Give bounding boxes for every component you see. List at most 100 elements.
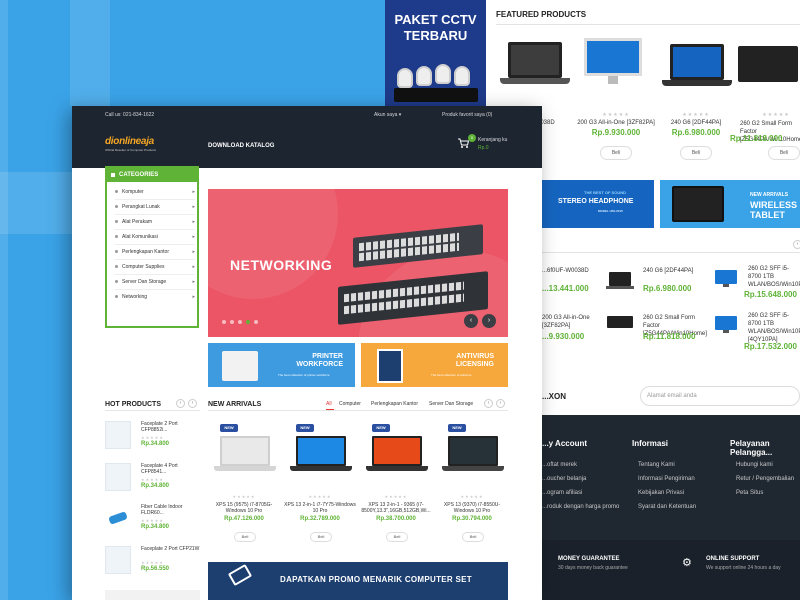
download-catalog-link[interactable]: DOWNLOAD KATALOG	[208, 143, 274, 149]
buy-button[interactable]: Beli	[768, 146, 800, 160]
buy-button[interactable]: Beli	[680, 146, 712, 160]
banner-title-line2: WORKFORCE	[296, 361, 343, 368]
hot-product-item[interactable]: Faceplate 2 Port CFP21W ★★★★★ Rp.56.550	[105, 546, 200, 590]
product-price: Rp.56.550	[141, 566, 170, 572]
category-label: Komputer	[122, 189, 144, 195]
phone-contact: Call us: 021-834-1622	[105, 112, 155, 118]
arrow-right-icon[interactable]: ›	[188, 399, 197, 408]
category-item[interactable]: Alat Perakam ▸	[115, 215, 195, 229]
product-image-aio[interactable]	[578, 38, 648, 88]
rating-stars: ★★★★★	[141, 518, 164, 523]
arrow-right-icon[interactable]: ›	[496, 399, 505, 408]
tab-computer[interactable]: Computer	[339, 401, 361, 407]
product-name[interactable]: 240 G6 [2DF44PA]	[651, 120, 741, 126]
category-label: Perangkat Lunak	[122, 204, 160, 210]
footer-link[interactable]: ...oucher belanja	[542, 476, 586, 482]
hot-product-item[interactable]: Faceplate 2 Port CFP8852i... ★★★★★ Rp.34…	[105, 421, 200, 465]
list-item-name[interactable]: 240 G6 [2DF44PA]	[643, 267, 713, 275]
new-badge: NEW	[220, 424, 238, 432]
footer-link[interactable]: Tentang Kami	[638, 462, 675, 468]
camera-icon	[454, 66, 470, 86]
tab-server[interactable]: Server Dan Storage	[429, 401, 473, 407]
printer-banner[interactable]: PRINTER WORKFORCE The best collection of…	[208, 343, 355, 387]
footer-link[interactable]: ...roduk dengan harga promo	[542, 504, 619, 510]
category-item[interactable]: Perangkat Lunak ▸	[115, 200, 195, 214]
footer-link[interactable]: ...oftat merek	[542, 462, 577, 468]
slider-dot[interactable]	[222, 320, 226, 324]
tablet-promo-banner[interactable]: NEW ARRIVALS WIRELESS TABLET	[660, 180, 800, 228]
footer-link[interactable]: Kebijakan Privasi	[638, 490, 684, 496]
hot-product-item[interactable]: Fiber Cable Indoor FLDR60... ★★★★★ Rp.34…	[105, 504, 200, 548]
arrow-left-icon[interactable]: ‹	[464, 314, 478, 328]
product-name: XPS 13 (9370) i7-8550U-Windows 10 Pro	[443, 502, 501, 514]
chevron-right-icon: ▸	[192, 264, 195, 270]
hero-slider[interactable]: NETWORKING	[208, 189, 508, 337]
wishlist-link[interactable]: Produk favorit saya (0)	[442, 112, 492, 118]
arrow-left-icon[interactable]: ‹	[484, 399, 493, 408]
rating-stars: ★★★★★	[141, 477, 164, 482]
product-image-laptop	[364, 432, 430, 480]
footer-service-title: Pelayanan Pelangga...	[730, 439, 773, 457]
product-image-monitor	[712, 270, 740, 288]
site-logo[interactable]: dionlineaja	[105, 136, 154, 147]
list-item-name[interactable]: 260 G2 SFF i5-8700 1TB WLAN/BOS/Win10Pro…	[748, 312, 800, 344]
product-image-tower[interactable]	[730, 44, 800, 94]
product-price: Rp.6.980.000	[671, 128, 721, 137]
cart-count-badge: 0	[468, 134, 476, 142]
money-guarantee-title: MONEY GUARANTEE	[558, 556, 620, 562]
category-item[interactable]: Server Dan Storage ▸	[115, 275, 195, 289]
slider-dot[interactable]	[230, 320, 234, 324]
tab-office[interactable]: Perlengkapan Kantor	[371, 401, 418, 407]
computer-set-promo-banner[interactable]: DAPATKAN PROMO MENARIK COMPUTER SET	[208, 562, 508, 600]
category-item[interactable]: Perlengkapan Kantor ▸	[115, 245, 195, 259]
list-item-price: ...13.441.000	[542, 284, 589, 293]
list-item-name[interactable]: 200 G3 All-in-One [3ZF82PA]	[542, 314, 612, 330]
footer-link[interactable]: Informasi Pengiriman	[638, 476, 695, 482]
product-name: Faceplate 2 Port CFP8852i...	[141, 421, 178, 433]
online-support-title: ONLINE SUPPORT	[706, 556, 760, 562]
hot-product-item[interactable]: Faceplate 4 Port CFP8541... ★★★★★ Rp.34.…	[105, 463, 200, 507]
money-guarantee-sub: 30 days money back guarantee	[558, 565, 628, 571]
list-item-name[interactable]: 260 G2 SFF i5-8700 1TB WLAN/BOS/Win10Pro	[748, 265, 800, 289]
foreground-webpage: Call us: 021-834-1622 Akun saya ▾ Produk…	[72, 106, 542, 600]
category-item[interactable]: Computer Supplies ▸	[115, 260, 195, 274]
antivirus-banner[interactable]: ANTIVIRUS LICENSING The best collection …	[361, 343, 508, 387]
product-name[interactable]: 200 G3 All-in-One [3ZF82PA]	[571, 120, 661, 126]
footer-link[interactable]: ...ogram afiliasi	[542, 490, 582, 496]
product-price: Rp.34.800	[141, 524, 170, 530]
list-item-name[interactable]: ...6f0UF-W0038D	[542, 267, 612, 275]
new-arrival-item[interactable]: NEW ★★★★★ XPS 13 2-in-1 i7-7Y75-Windows …	[284, 424, 356, 554]
footer-link[interactable]: Peta Situs	[736, 490, 763, 496]
product-image-laptop[interactable]	[662, 42, 732, 92]
product-thumbnail	[105, 463, 131, 491]
newsletter-email-input[interactable]: Alamat email anda	[640, 386, 800, 406]
product-image-laptop[interactable]	[500, 40, 570, 90]
categories-header[interactable]: CATEGORIES	[107, 168, 197, 182]
footer-link[interactable]: Hubungi kami	[736, 462, 773, 468]
buy-button[interactable]: Beli	[234, 532, 256, 542]
buy-button[interactable]: Beli	[462, 532, 484, 542]
footer-link[interactable]: Retur / Pengembalian	[736, 476, 794, 482]
cart-label[interactable]: Keranjang ku	[478, 137, 507, 143]
tab-all[interactable]: All	[326, 401, 332, 407]
category-item[interactable]: Alat Komunikasi ▸	[115, 230, 195, 244]
arrow-left-icon[interactable]: ‹	[176, 399, 185, 408]
footer-link[interactable]: Syarat dan Ketentuan	[638, 504, 696, 510]
account-menu[interactable]: Akun saya ▾	[374, 112, 401, 118]
new-arrival-item[interactable]: NEW ★★★★★ XPS 13 (9370) i7-8550U-Windows…	[436, 424, 508, 554]
buy-button[interactable]: Beli	[600, 146, 632, 160]
arrow-right-icon[interactable]: ›	[482, 314, 496, 328]
slider-dot[interactable]	[246, 320, 250, 324]
divider	[208, 410, 508, 411]
arrow-right-icon[interactable]: ›	[793, 240, 800, 249]
category-item[interactable]: Komputer ▸	[115, 185, 195, 199]
headphone-promo-banner[interactable]: THE BEST OF SOUND STEREO HEADPHONE MODEL…	[542, 180, 654, 228]
category-item[interactable]: Networking ▸	[115, 290, 195, 304]
new-badge: NEW	[448, 424, 466, 432]
new-arrival-item[interactable]: NEW ★★★★★ XPS 13 2-in-1 - 9365 (i7-8500Y…	[360, 424, 432, 554]
slider-dot[interactable]	[238, 320, 242, 324]
new-arrival-item[interactable]: NEW ★★★★★ XPS 15 (9575) i7-8705G-Windows…	[208, 424, 280, 554]
buy-button[interactable]: Beli	[386, 532, 408, 542]
buy-button[interactable]: Beli	[310, 532, 332, 542]
slider-dot[interactable]	[254, 320, 258, 324]
